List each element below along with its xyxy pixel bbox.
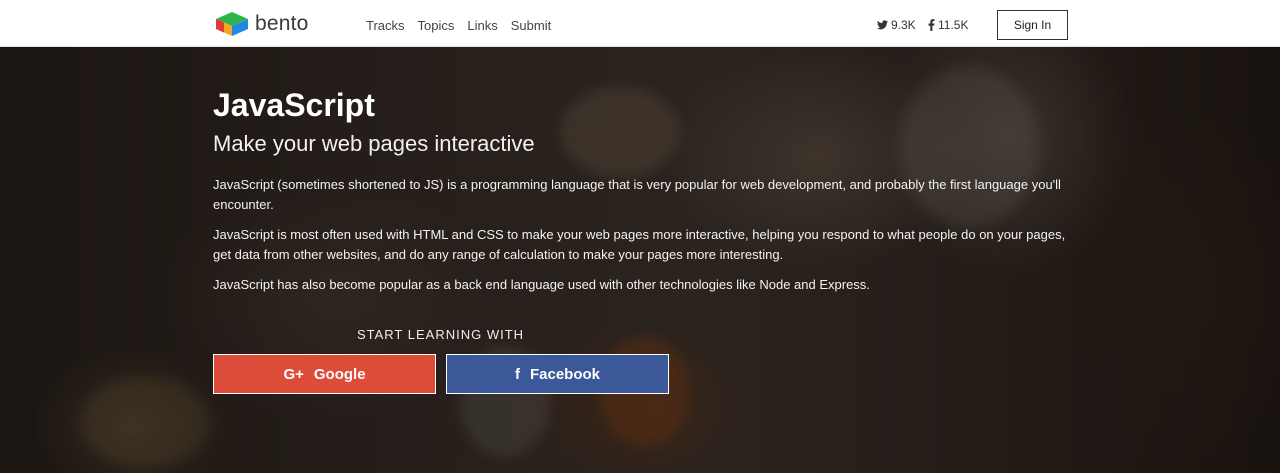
description-paragraph: JavaScript (sometimes shortened to JS) i… [213, 177, 1061, 212]
main-nav: Tracks Topics Links Submit [366, 18, 551, 33]
facebook-icon [928, 19, 935, 31]
twitter-icon [877, 20, 888, 30]
sign-in-button[interactable]: Sign In [997, 10, 1068, 40]
facebook-login-label: Facebook [529, 365, 601, 383]
google-plus-icon: G+ [283, 365, 304, 383]
facebook-login-button[interactable]: f Facebook [446, 354, 669, 394]
nav-item-topics[interactable]: Topics [418, 18, 455, 33]
nav-item-tracks[interactable]: Tracks [366, 18, 405, 33]
google-login-button[interactable]: G+ Google [213, 354, 436, 394]
facebook-count-link[interactable]: 11.5K [928, 18, 968, 32]
start-learning-label: START LEARNING WITH [356, 327, 525, 342]
brand-logo[interactable]: bento [215, 10, 309, 38]
brand-name: bento [255, 12, 309, 35]
page-subtitle: Make your web pages interactive [213, 131, 535, 156]
nav-item-links[interactable]: Links [467, 18, 497, 33]
description-paragraph: JavaScript has also become popular as a … [213, 277, 870, 292]
bento-cube-icon [216, 12, 248, 36]
facebook-icon: f [514, 365, 520, 383]
description-paragraph: JavaScript is most often used with HTML … [213, 227, 1066, 262]
top-navbar: bento Tracks Topics Links Submit 9.3K 11… [0, 0, 1280, 47]
page-title: JavaScript [213, 87, 375, 123]
google-login-label: Google [313, 365, 366, 383]
facebook-count: 11.5K [938, 18, 969, 32]
twitter-count-link[interactable]: 9.3K [877, 18, 916, 32]
twitter-count: 9.3K [891, 18, 916, 32]
hero-section: JavaScript Make your web pages interacti… [0, 47, 1280, 473]
nav-item-submit[interactable]: Submit [511, 18, 551, 33]
